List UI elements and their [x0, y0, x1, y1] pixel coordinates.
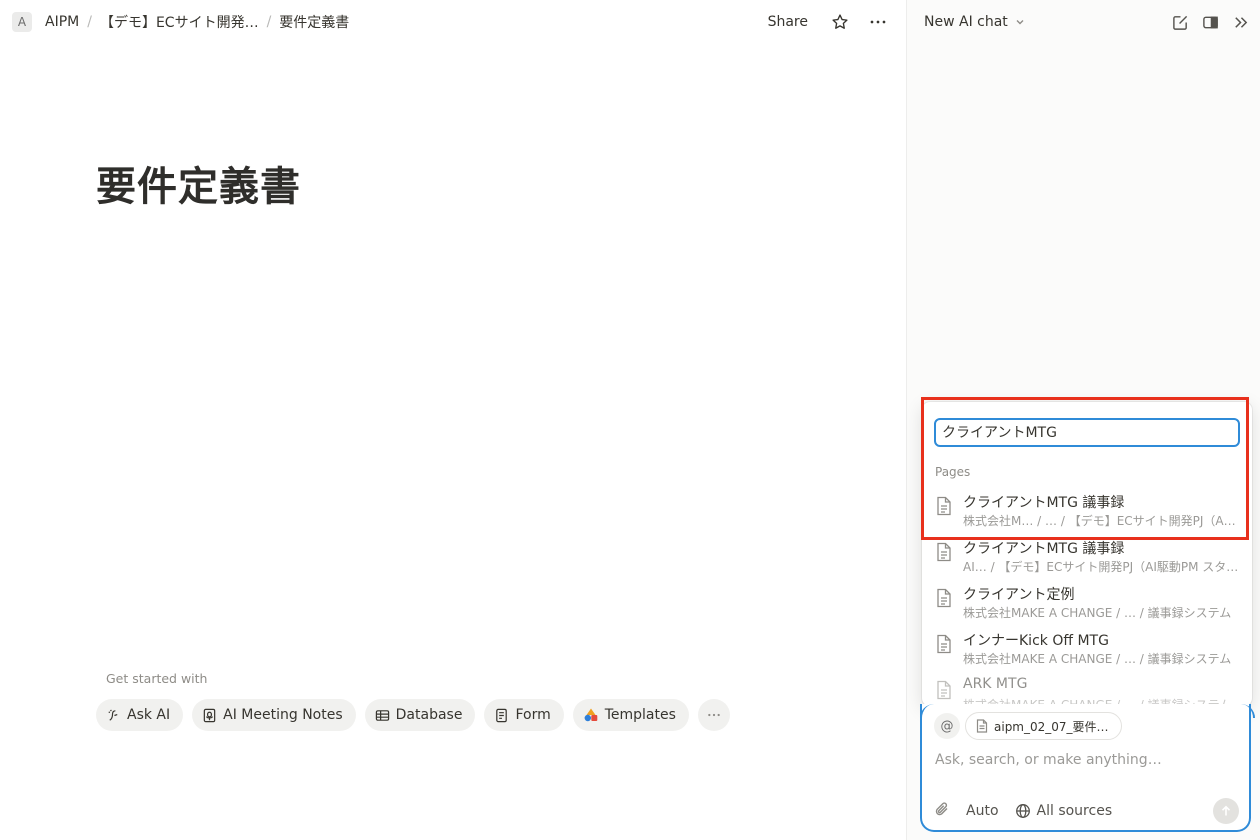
- file-icon: [976, 719, 988, 733]
- more-options-button[interactable]: [697, 699, 730, 731]
- templates-button[interactable]: Templates: [572, 699, 689, 731]
- chat-input[interactable]: Ask, search, or make anything…: [935, 752, 1162, 768]
- page-title[interactable]: 要件定義書: [96, 154, 301, 212]
- ai-meeting-notes-label: AI Meeting Notes: [223, 707, 343, 723]
- favorite-star-icon[interactable]: [828, 10, 852, 34]
- breadcrumb-project[interactable]: 【デモ】ECサイト開発…: [94, 10, 265, 34]
- sources-selector[interactable]: All sources: [1015, 803, 1113, 819]
- model-mode-selector[interactable]: Auto: [966, 803, 999, 819]
- attached-file-chip[interactable]: aipm_02_07_要件…: [965, 712, 1122, 740]
- page-icon: [937, 496, 951, 516]
- templates-icon: [584, 708, 598, 722]
- result-path: 株式会社M… / … / 【デモ】ECサイト開発PJ（A…: [963, 514, 1236, 528]
- collapse-panel-icon[interactable]: [1228, 10, 1252, 34]
- breadcrumb: A AIPM / 【デモ】ECサイト開発… / 要件定義書: [12, 10, 355, 34]
- result-path: 株式会社MAKE A CHANGE / … / 議事録システム: [963, 652, 1232, 666]
- attach-icon[interactable]: [934, 801, 950, 821]
- form-button[interactable]: Form: [484, 699, 564, 731]
- search-results-list: クライアントMTG 議事録 株式会社M… / … / 【デモ】ECサイト開発PJ…: [922, 488, 1252, 706]
- mention-search-dropdown: クライアントMTG Pages クライアントMTG 議事録 株式会社M… / ……: [922, 402, 1252, 706]
- result-title: クライアントMTG 議事録: [963, 541, 1125, 557]
- result-title: クライアントMTG 議事録: [963, 495, 1125, 511]
- send-button[interactable]: [1213, 798, 1239, 824]
- ai-meeting-notes-button[interactable]: AI Meeting Notes: [192, 699, 356, 731]
- result-title: インナーKick Off MTG: [963, 633, 1109, 649]
- chat-composer: @ aipm_02_07_要件… Ask, search, or make an…: [920, 704, 1255, 832]
- mention-search-input[interactable]: クライアントMTG: [934, 418, 1240, 447]
- workspace-avatar[interactable]: A: [12, 12, 32, 32]
- ask-ai-label: Ask AI: [127, 707, 171, 723]
- search-result-item[interactable]: インナーKick Off MTG 株式会社MAKE A CHANGE / … /…: [922, 626, 1252, 672]
- arrow-up-icon: [1221, 805, 1231, 816]
- search-result-item[interactable]: クライアントMTG 議事録 AI… / 【デモ】ECサイト開発PJ（AI駆動PM…: [922, 534, 1252, 580]
- table-icon: [375, 709, 389, 721]
- ask-ai-button[interactable]: Ask AI: [96, 699, 184, 731]
- result-path: AI… / 【デモ】ECサイト開発PJ（AI駆動PM スタ…: [963, 560, 1239, 574]
- result-path: 株式会社MAKE A CHANGE / … / 議事録システム: [963, 606, 1232, 620]
- page-icon: [937, 542, 951, 562]
- result-title: クライアント定例: [963, 587, 1075, 603]
- page-icon: [937, 680, 951, 700]
- chat-title-dropdown[interactable]: New AI chat: [924, 14, 1026, 30]
- composer-toolbar: Auto All sources: [934, 798, 1239, 824]
- meeting-notes-icon: [203, 708, 216, 722]
- chat-title: New AI chat: [924, 14, 1008, 30]
- more-options-icon[interactable]: [866, 10, 890, 34]
- search-result-item[interactable]: クライアントMTG 議事録 株式会社M… / … / 【デモ】ECサイト開発PJ…: [922, 488, 1252, 534]
- page-icon: [937, 588, 951, 608]
- top-bar: A AIPM / 【デモ】ECサイト開発… / 要件定義書 Share: [0, 0, 906, 44]
- breadcrumb-current-page[interactable]: 要件定義書: [273, 10, 355, 34]
- share-button[interactable]: Share: [762, 11, 814, 33]
- pages-group-label: Pages: [935, 465, 971, 479]
- get-started-label: Get started with: [106, 671, 208, 686]
- page-editor: A AIPM / 【デモ】ECサイト開発… / 要件定義書 Share 要件定義…: [0, 0, 906, 840]
- more-horizontal-icon: [708, 713, 720, 717]
- chevron-down-icon: [1016, 20, 1024, 25]
- globe-icon: [1015, 804, 1030, 818]
- get-started-chips: Ask AI AI Meeting Notes Database Form Te…: [96, 699, 730, 731]
- search-result-item[interactable]: ARK MTG 株式会社MAKE A CHANGE / … / 議事録システム: [922, 672, 1252, 706]
- sources-label: All sources: [1036, 803, 1113, 819]
- templates-label: Templates: [604, 707, 676, 723]
- mention-button[interactable]: @: [934, 713, 960, 739]
- breadcrumb-workspace[interactable]: AIPM: [39, 12, 85, 32]
- new-chat-icon[interactable]: [1168, 10, 1192, 34]
- ai-icon: [108, 709, 118, 721]
- page-icon: [937, 634, 951, 654]
- result-title: ARK MTG: [963, 676, 1028, 692]
- breadcrumb-separator: /: [266, 14, 272, 30]
- database-label: Database: [395, 707, 463, 723]
- search-result-item[interactable]: クライアント定例 株式会社MAKE A CHANGE / … / 議事録システム: [922, 580, 1252, 626]
- database-button[interactable]: Database: [364, 699, 476, 731]
- form-icon: [496, 708, 508, 722]
- toggle-sidebar-icon[interactable]: [1198, 10, 1222, 34]
- breadcrumb-separator: /: [87, 14, 92, 30]
- form-label: Form: [515, 707, 551, 723]
- attached-file-name: aipm_02_07_要件…: [994, 719, 1109, 734]
